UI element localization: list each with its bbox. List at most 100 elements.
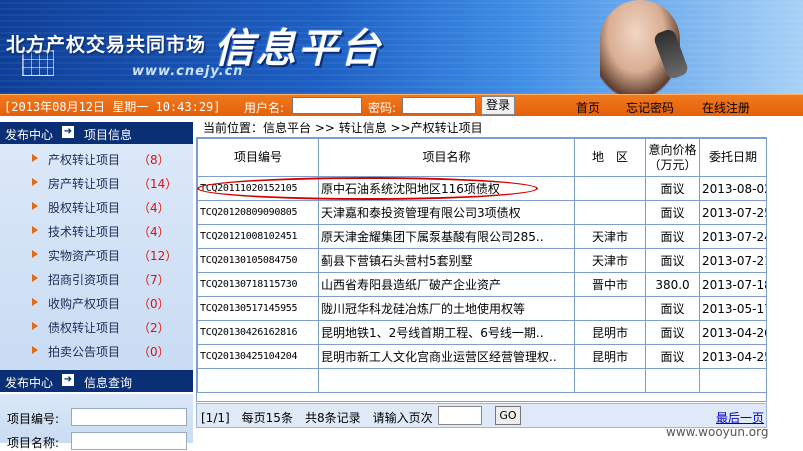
table-row[interactable]: TCQ20111020152105 原中石油系统沈阳地区116项债权 面议 2013-… [197,176,767,201]
triangle-bullet-icon [32,178,38,186]
cell-price: 面议 [645,344,700,369]
menu-item-label[interactable]: 拍卖公告项目 [48,343,120,360]
menu-item-count: （4） [138,201,170,215]
menu-item-label[interactable]: 收购产权项目 [48,295,120,312]
go-button[interactable]: GO [495,406,521,425]
table-header-row: 项目编号 项目名称 地 区 意向价格 （万元） 委托日期 [197,138,767,177]
home-link[interactable]: 首页 [576,99,600,116]
col-header-price: 意向价格 （万元） [645,138,700,177]
login-button[interactable]: 登录 [481,96,515,115]
sidebar-section-title: 发布中心 [5,376,54,390]
cell-date: 2013-07-18 [699,272,767,297]
site-title: 北方产权交易共同市场 [6,34,207,56]
cell-price: 面议 [645,176,700,201]
sidebar-header-search: 发布中心 ➜ 信息查询 [0,370,193,392]
cell-date: 2013-04-25 [699,344,767,369]
col-header-id: 项目编号 [197,138,319,177]
menu-item-label[interactable]: 产权转让项目 [48,151,120,168]
forgot-password-link[interactable]: 忘记密码 [626,99,674,116]
cell-name-link[interactable]: 陇川冠华科龙硅冶炼厂的土地使用权等 [318,296,575,321]
project-id-label: 项目编号: [7,412,60,426]
project-name-input[interactable] [71,432,187,450]
project-id-input[interactable] [71,408,187,426]
cell-id: TCQ20130425104204 [197,344,319,369]
pagination-info: [1/1] 每页15条 共8条记录 请输入页次 [201,411,433,425]
cell-name-link[interactable]: 原天津金耀集团下属泵基酸有限公司285.. [318,224,575,249]
cell-price: 380.0 [645,272,700,297]
cell-region: 天津市 [574,224,646,249]
menu-item-label[interactable]: 招商引资项目 [48,271,120,288]
triangle-bullet-icon [32,226,38,234]
triangle-bullet-icon [32,346,38,354]
col-header-date: 委托日期 [699,138,767,177]
cell-region: 天津市 [574,248,646,273]
table-row[interactable]: TCQ20130105084750 蓟县下营镇石头营村5套别墅 天津市 面议 2013-… [197,248,767,273]
table-row[interactable]: TCQ20121008102451 原天津金耀集团下属泵基酸有限公司285.. 天津… [197,224,767,249]
cell-name-link[interactable]: 原中石油系统沈阳地区116项债权 [318,176,575,201]
menu-item-count: （0） [138,297,170,311]
table-row-empty [197,368,767,393]
cell-price: 面议 [645,224,700,249]
site-banner: 北方产权交易共同市场 信息平台 www.cnejy.cn [0,0,803,94]
cell-name-link[interactable]: 昆明地铁1、2号线首期工程、6号线一期.. [318,320,575,345]
banner-photo [560,0,803,94]
sidebar-section-subtitle[interactable]: 项目信息 [84,126,132,143]
menu-item-label[interactable]: 技术转让项目 [48,223,120,240]
watermark: www.wooyun.org [666,425,769,439]
project-menu: 产权转让项目 （8） 房产转让项目 （14） 股权转让项目 （4） 技术转让项目 （4）… [0,144,193,370]
cell-region [574,296,646,321]
cell-date: 2013-07-21 [699,248,767,273]
password-input[interactable] [402,97,476,114]
cell-region: 昆明市 [574,344,646,369]
table-row[interactable]: TCQ20130718115730 山西省寿阳县造纸厂破产企业资产 晋中市 380.0… [197,272,767,297]
table-row[interactable]: TCQ20130425104204 昆明市新工人文化宫商业运营区经营管理权.. 昆明… [197,344,767,369]
cell-price: 面议 [645,200,700,225]
table-row[interactable]: TCQ20130426162816 昆明地铁1、2号线首期工程、6号线一期.. 昆明… [197,320,767,345]
menu-item-count: （12） [138,249,178,263]
cell-id: TCQ20130105084750 [197,248,319,273]
arrow-right-icon: ➜ [62,374,74,386]
password-label: 密码: [368,101,397,115]
cell-price: 面议 [645,296,700,321]
cell-name-link[interactable]: 山西省寿阳县造纸厂破产企业资产 [318,272,575,297]
cell-price: 面议 [645,248,700,273]
menu-item-label[interactable]: 房产转让项目 [48,175,120,192]
menu-item-count: （14） [138,177,178,191]
cell-id: TCQ20130517145955 [197,296,319,321]
cell-id: TCQ20121008102451 [197,224,319,249]
sidebar-header-publish: 发布中心 ➜ 项目信息 [0,122,193,144]
project-table-container: 项目编号 项目名称 地 区 意向价格 （万元） 委托日期 TCQ20111020… [196,137,767,402]
cell-id: TCQ20120809090805 [197,200,319,225]
triangle-bullet-icon [32,250,38,258]
cell-name-link[interactable]: 昆明市新工人文化宫商业运营区经营管理权.. [318,344,575,369]
breadcrumb: 当前位置：信息平台 >> 转让信息 >>产权转让项目 [203,121,483,135]
top-bar: [2013年08月12日 星期一 10:43:29] 用户名: 密码: 登录 首… [0,94,803,116]
menu-item-count: （0） [138,345,170,359]
menu-item-label[interactable]: 股权转让项目 [48,199,120,216]
search-panel: 项目编号: 项目名称: [0,394,193,450]
username-input[interactable] [292,97,362,114]
last-page-link[interactable]: 最后一页 [716,409,764,426]
menu-item-label[interactable]: 实物资产项目 [48,247,120,264]
project-table: 项目编号 项目名称 地 区 意向价格 （万元） 委托日期 TCQ20111020… [197,138,767,393]
site-domain: www.cnejy.cn [132,64,244,79]
page-number-input[interactable] [438,406,482,425]
cell-name-link[interactable]: 天津嘉和泰投资管理有限公司3项债权 [318,200,575,225]
table-row[interactable]: TCQ20120809090805 天津嘉和泰投资管理有限公司3项债权 面议 2013… [197,200,767,225]
sidebar-section-title: 发布中心 [5,128,54,142]
sidebar-section-subtitle[interactable]: 信息查询 [84,374,132,391]
sidebar: 发布中心 ➜ 项目信息 产权转让项目 （8） 房产转让项目 （14） 股权转让项目 （… [0,120,193,450]
current-datetime: [2013年08月12日 星期一 10:43:29] [4,100,221,114]
cell-date: 2013-05-17 [699,296,767,321]
cell-region: 昆明市 [574,320,646,345]
cell-id: TCQ20130718115730 [197,272,319,297]
cell-date: 2013-07-24 [699,224,767,249]
table-row[interactable]: TCQ20130517145955 陇川冠华科龙硅冶炼厂的土地使用权等 面议 2013… [197,296,767,321]
register-link[interactable]: 在线注册 [702,99,750,116]
arrow-right-icon: ➜ [62,126,74,138]
cell-name-link[interactable]: 蓟县下营镇石头营村5套别墅 [318,248,575,273]
cell-date: 2013-04-26 [699,320,767,345]
menu-item-label[interactable]: 债权转让项目 [48,319,120,336]
menu-item-count: （2） [138,321,170,335]
triangle-bullet-icon [32,154,38,162]
